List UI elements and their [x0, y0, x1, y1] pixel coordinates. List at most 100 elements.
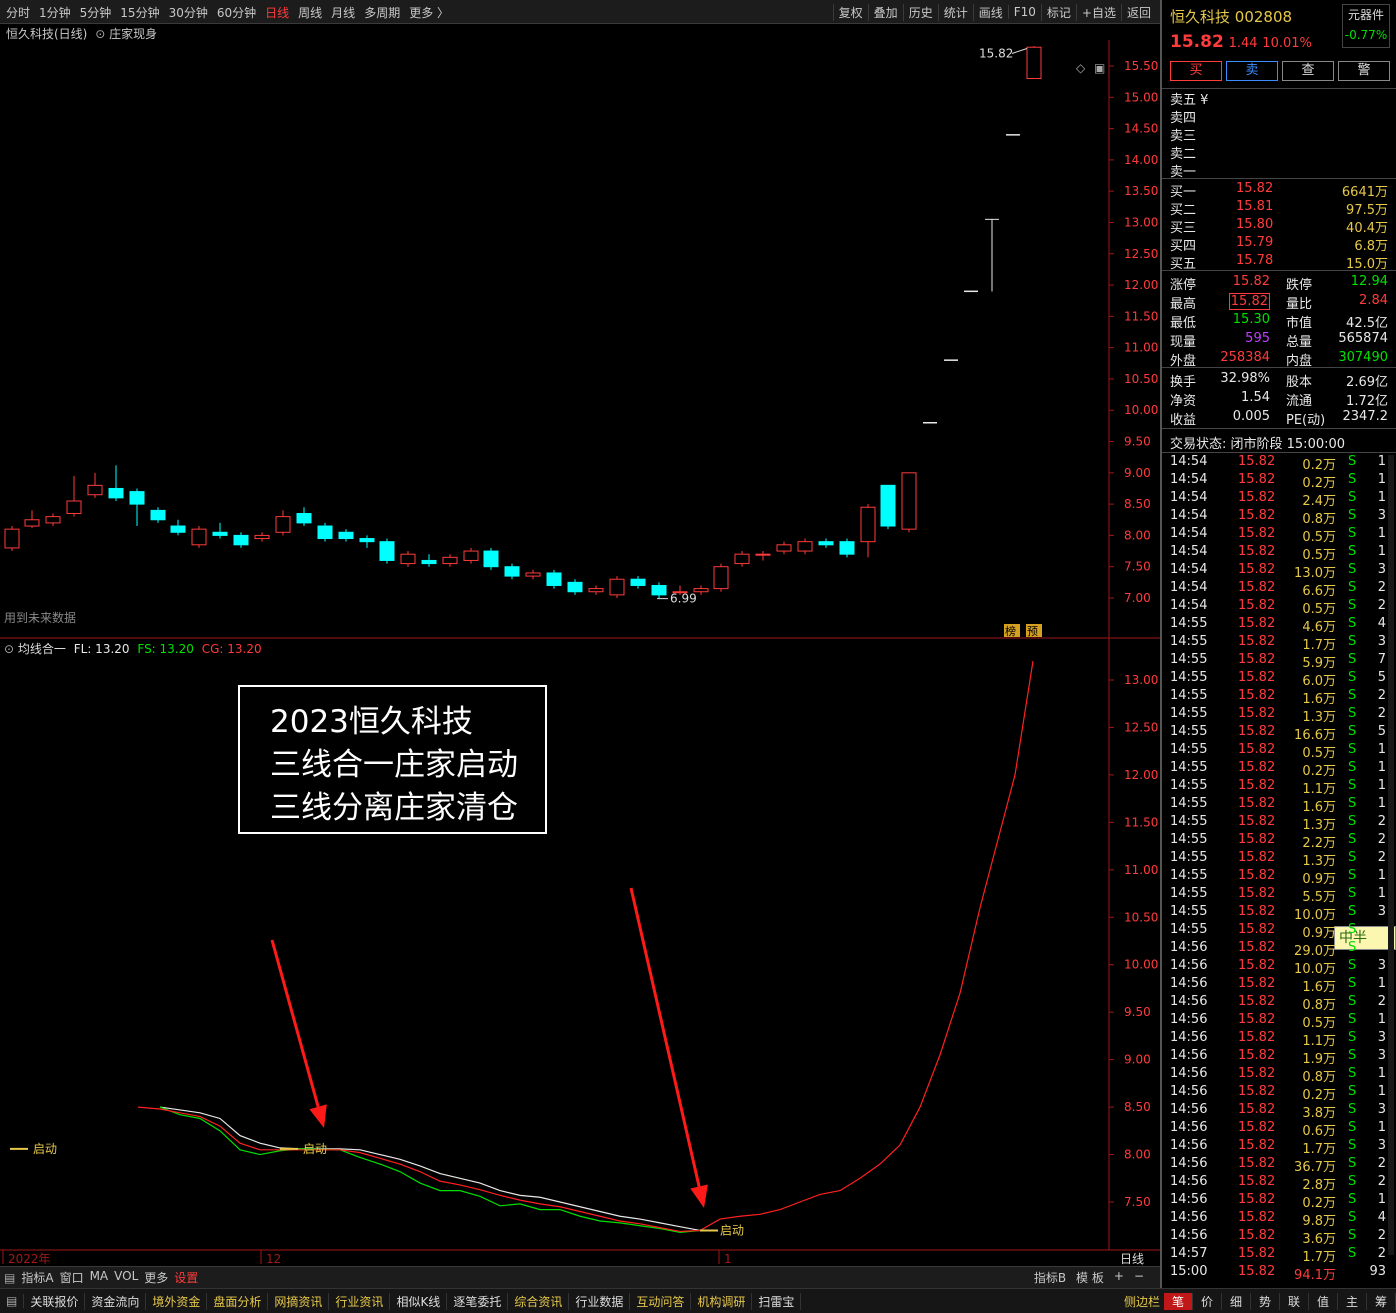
candle-body[interactable] — [525, 572, 541, 577]
info-tab[interactable]: 关联报价 — [24, 1292, 86, 1310]
side-tab[interactable]: 笔 — [1164, 1292, 1193, 1310]
candle-body[interactable] — [191, 528, 207, 546]
diamond-icon[interactable]: ◇ — [1076, 61, 1086, 75]
candle-body[interactable] — [233, 534, 249, 546]
period-tab[interactable]: 30分钟 — [169, 4, 208, 21]
candle-body[interactable] — [421, 559, 437, 565]
candle-body[interactable] — [630, 578, 646, 586]
candle-body[interactable] — [87, 484, 103, 496]
tool-button[interactable]: 叠加 — [867, 3, 903, 21]
indicator-tab[interactable]: VOL — [114, 1269, 138, 1286]
tool-button[interactable]: +自选 — [1075, 3, 1121, 21]
candle-body[interactable] — [860, 506, 876, 543]
info-tab[interactable]: 扫雷宝 — [752, 1292, 802, 1310]
candle-body[interactable] — [483, 550, 499, 568]
candle-body[interactable] — [797, 541, 813, 552]
info-tab[interactable]: 相似K线 — [390, 1292, 448, 1310]
period-tab[interactable]: 日线 — [265, 4, 289, 21]
info-tab[interactable]: 行业资讯 — [329, 1292, 391, 1310]
period-tab[interactable]: 15分钟 — [120, 4, 159, 21]
side-tab[interactable]: 筹 — [1367, 1292, 1396, 1310]
info-tab[interactable]: 网摘资讯 — [268, 1292, 330, 1310]
tool-button[interactable]: 返回 — [1120, 3, 1156, 21]
indicator-control[interactable]: − — [1134, 1269, 1144, 1286]
trade-button[interactable]: 警 — [1338, 61, 1390, 81]
side-tab[interactable]: 值 — [1309, 1292, 1338, 1310]
period-tab[interactable]: 月线 — [331, 4, 355, 21]
indicator-tab[interactable]: MA — [90, 1269, 109, 1286]
collapse-icon[interactable]: ⊙ — [4, 642, 14, 656]
side-tab[interactable]: 主 — [1338, 1292, 1367, 1310]
period-tab[interactable]: 1分钟 — [39, 4, 71, 21]
candle-body[interactable] — [24, 519, 40, 527]
indicator-icon[interactable]: ⊙ — [95, 27, 105, 41]
info-tab[interactable]: 盘面分析 — [207, 1292, 269, 1310]
sub-indicator-name[interactable]: 均线合一 — [18, 642, 66, 656]
candle-body[interactable] — [254, 534, 270, 540]
info-tab[interactable]: 互动问答 — [630, 1292, 692, 1310]
candle-body[interactable] — [839, 541, 855, 555]
side-tab[interactable]: 联 — [1280, 1292, 1309, 1310]
tool-button[interactable]: 画线 — [972, 3, 1008, 21]
indicator-control[interactable]: 模 板 — [1076, 1269, 1104, 1286]
indicator-tab[interactable]: 更多 — [144, 1269, 168, 1286]
period-tab[interactable]: 周线 — [298, 4, 322, 21]
candle-body[interactable] — [45, 516, 61, 524]
candle-body[interactable] — [609, 578, 625, 596]
indicator-tab[interactable]: 窗口 — [60, 1269, 84, 1286]
indicator-control[interactable]: + — [1114, 1269, 1124, 1286]
candle-body[interactable] — [1026, 46, 1042, 80]
panel-icon[interactable]: ▤ — [4, 1271, 15, 1285]
info-tab[interactable]: 资金流向 — [85, 1292, 147, 1310]
indicator-tab[interactable]: 设置 — [174, 1269, 198, 1286]
info-tab[interactable]: 机构调研 — [691, 1292, 753, 1310]
tool-button[interactable]: 标记 — [1040, 3, 1076, 21]
info-tab[interactable]: 境外资金 — [146, 1292, 208, 1310]
candle-body[interactable] — [776, 544, 792, 552]
candle-body[interactable] — [818, 541, 834, 546]
candle-body[interactable] — [713, 566, 729, 590]
candle-body[interactable] — [400, 553, 416, 565]
candle-body[interactable] — [546, 572, 562, 586]
sidebar-toggle[interactable]: 侧边栏 — [1118, 1293, 1164, 1310]
tool-button[interactable]: F10 — [1007, 5, 1041, 19]
candle-body[interactable] — [66, 500, 82, 515]
candle-body[interactable] — [755, 553, 771, 556]
tab-bar-icon[interactable]: ▤ — [0, 1294, 25, 1308]
candle-body[interactable] — [4, 528, 20, 549]
trade-button[interactable]: 卖 — [1226, 61, 1278, 81]
trade-button[interactable]: 查 — [1282, 61, 1334, 81]
candle-body[interactable] — [359, 538, 375, 543]
candle-body[interactable] — [275, 516, 291, 533]
indicator-tab[interactable]: 指标A — [21, 1269, 53, 1286]
period-tab[interactable]: 60分钟 — [217, 4, 256, 21]
candle-body[interactable] — [150, 509, 166, 521]
period-tab[interactable]: 多周期 — [364, 4, 400, 21]
candle-body[interactable] — [317, 525, 333, 540]
trade-button[interactable]: 买 — [1170, 61, 1222, 81]
candle-body[interactable] — [734, 553, 750, 565]
candle-body[interactable] — [108, 487, 124, 499]
indicator-name[interactable]: 庄家现身 — [109, 27, 157, 41]
info-tab[interactable]: 逐笔委托 — [447, 1292, 509, 1310]
side-tab[interactable]: 势 — [1251, 1292, 1280, 1310]
side-tab[interactable]: 价 — [1193, 1292, 1222, 1310]
candle-body[interactable] — [212, 531, 228, 536]
side-tab[interactable]: 细 — [1222, 1292, 1251, 1310]
candle-body[interactable] — [588, 588, 604, 593]
info-tab[interactable]: 综合资讯 — [508, 1292, 570, 1310]
candle-body[interactable] — [504, 566, 520, 577]
tool-button[interactable]: 统计 — [937, 3, 973, 21]
candle-body[interactable] — [129, 491, 145, 505]
period-tab[interactable]: 5分钟 — [80, 4, 112, 21]
candle-body[interactable] — [442, 556, 458, 565]
tool-button[interactable]: 历史 — [902, 3, 938, 21]
info-tab[interactable]: 行业数据 — [569, 1292, 631, 1310]
candle-body[interactable] — [567, 581, 583, 593]
candle-body[interactable] — [379, 541, 395, 561]
candle-body[interactable] — [651, 584, 667, 596]
period-tab[interactable]: 更多 〉 — [409, 4, 449, 21]
candle-body[interactable] — [338, 531, 354, 540]
indicator-control[interactable]: 指标B — [1034, 1269, 1066, 1286]
panel-icon[interactable]: ▣ — [1094, 61, 1105, 75]
